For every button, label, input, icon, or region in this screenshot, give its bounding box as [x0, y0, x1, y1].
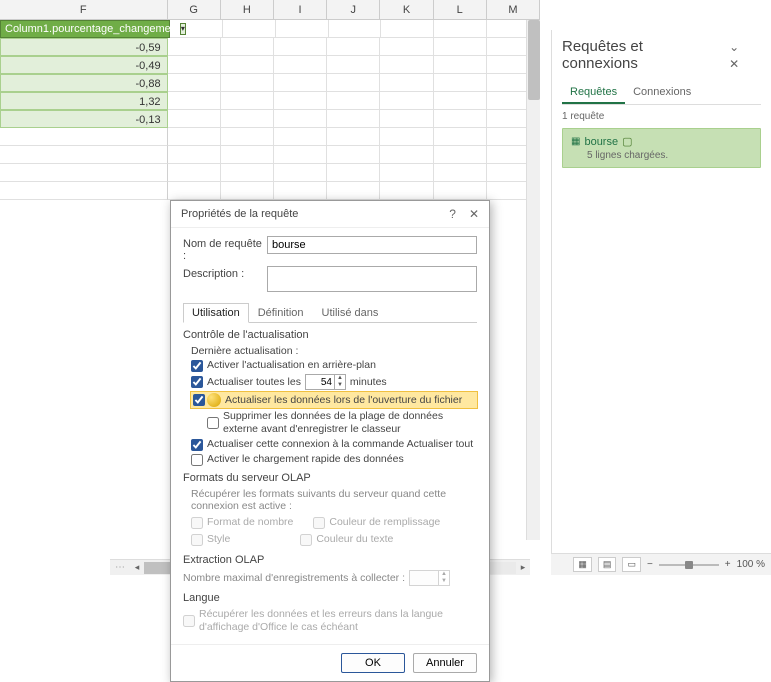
olap-text: Récupérer les formats suivants du serveu… — [191, 488, 477, 512]
table-icon: ▦ — [571, 136, 580, 147]
table-row[interactable]: -0,88 — [0, 74, 168, 92]
col-header-K[interactable]: K — [380, 0, 433, 19]
queries-panel: Requêtes et connexions ⌄ ✕ Requêtes Conn… — [551, 30, 771, 560]
view-normal-icon[interactable]: ▦ — [573, 557, 592, 572]
zoom-level[interactable]: 100 % — [737, 559, 765, 570]
olap-style-label: Style — [207, 533, 230, 546]
panel-close-icon[interactable]: ✕ — [729, 57, 739, 71]
col-header-I[interactable]: I — [274, 0, 327, 19]
col-header-H[interactable]: H — [221, 0, 274, 19]
table-row[interactable]: -0,13 — [0, 110, 168, 128]
query-status: 5 lignes chargées. — [587, 150, 752, 161]
lang-section-title: Langue — [183, 592, 477, 604]
extract-input — [410, 571, 438, 585]
dialog-close-icon[interactable]: ✕ — [469, 207, 479, 221]
panel-title: Requêtes et connexions — [562, 38, 721, 72]
view-pagebreak-icon[interactable]: ▭ — [622, 557, 641, 572]
olap-number-checkbox — [191, 517, 203, 529]
vertical-scrollbar[interactable] — [526, 20, 540, 540]
background-refresh-checkbox[interactable] — [191, 360, 203, 372]
extract-section-title: Extraction OLAP — [183, 554, 477, 566]
last-refresh-label: Dernière actualisation : — [191, 345, 477, 357]
tab-queries[interactable]: Requêtes — [562, 82, 625, 104]
status-bar: ▦ ▤ ▭ − + 100 % — [551, 553, 771, 575]
zoom-slider[interactable] — [659, 564, 719, 566]
cancel-button[interactable]: Annuler — [413, 653, 477, 673]
olap-fill-checkbox — [313, 517, 325, 529]
olap-textcolor-label: Couleur du texte — [316, 533, 393, 546]
olap-number-label: Format de nombre — [207, 516, 293, 529]
query-properties-dialog: Propriétés de la requête ? ✕ Nom de requ… — [170, 200, 490, 682]
click-cursor-icon — [207, 393, 221, 407]
description-label: Description : — [183, 266, 267, 280]
query-name: bourse — [584, 136, 618, 148]
query-item-bourse[interactable]: ▦ bourse ▢ 5 lignes chargées. — [562, 128, 761, 168]
tab-connections[interactable]: Connexions — [625, 82, 699, 104]
tab-definition[interactable]: Définition — [249, 303, 313, 323]
query-description-input[interactable] — [267, 266, 477, 292]
refresh-every-unit: minutes — [350, 376, 387, 389]
name-label: Nom de requête : — [183, 236, 267, 262]
col-header-L[interactable]: L — [434, 0, 487, 19]
olap-textcolor-checkbox — [300, 534, 312, 546]
dialog-help-icon[interactable]: ? — [449, 207, 456, 221]
fastload-checkbox[interactable] — [191, 454, 203, 466]
lang-label: Récupérer les données et les erreurs dan… — [199, 608, 477, 634]
column-headers: F G H I J K L M — [0, 0, 540, 20]
refresh-on-open-label: Actualiser les données lors de l'ouvertu… — [225, 394, 462, 407]
refresh-all-checkbox[interactable] — [191, 439, 203, 451]
query-peek-icon[interactable]: ▢ — [622, 135, 632, 148]
tab-used-in[interactable]: Utilisé dans — [313, 303, 388, 323]
remove-external-data-checkbox[interactable] — [207, 417, 219, 429]
view-pagelayout-icon[interactable]: ▤ — [598, 557, 617, 572]
table-row[interactable]: -0,49 — [0, 56, 168, 74]
lang-checkbox — [183, 615, 195, 627]
remove-external-data-label: Supprimer les données de la plage de don… — [223, 410, 477, 436]
scrollbar-thumb[interactable] — [528, 20, 540, 100]
query-count: 1 requête — [562, 111, 761, 122]
ok-button[interactable]: OK — [341, 653, 405, 673]
refresh-on-open-checkbox[interactable] — [193, 394, 205, 406]
sheet-nav-dots[interactable]: ⋯ — [110, 562, 130, 573]
query-name-input[interactable] — [267, 236, 477, 254]
refresh-all-label: Actualiser cette connexion à la commande… — [207, 438, 473, 451]
extract-label: Nombre maximal d'enregistrements à colle… — [183, 572, 405, 585]
panel-collapse-icon[interactable]: ⌄ — [729, 40, 739, 54]
refresh-every-checkbox[interactable] — [191, 376, 203, 388]
spinner-up-icon[interactable]: ▲ — [335, 375, 345, 382]
refresh-section-title: Contrôle de l'actualisation — [183, 329, 477, 341]
olap-style-checkbox — [191, 534, 203, 546]
table-row[interactable]: -0,59 — [0, 38, 168, 56]
scroll-right-icon[interactable]: ▸ — [516, 562, 530, 573]
tab-usage[interactable]: Utilisation — [183, 303, 249, 323]
olap-fill-label: Couleur de remplissage — [329, 516, 440, 529]
refresh-every-label-pre: Actualiser toutes les — [207, 376, 301, 389]
scroll-left-icon[interactable]: ◂ — [130, 562, 144, 573]
olap-section-title: Formats du serveur OLAP — [183, 472, 477, 484]
dialog-title: Propriétés de la requête — [181, 208, 298, 220]
zoom-minus[interactable]: − — [647, 559, 653, 570]
spinner-down-icon: ▼ — [439, 578, 449, 585]
table-row[interactable]: 1,32 — [0, 92, 168, 110]
col-header-M[interactable]: M — [487, 0, 540, 19]
spinner-down-icon[interactable]: ▼ — [335, 382, 345, 389]
table-column-header[interactable]: Column1.pourcentage_changement ▾ — [0, 20, 170, 38]
refresh-minutes-spinner[interactable]: ▲▼ — [305, 374, 346, 390]
zoom-slider-knob[interactable] — [685, 561, 693, 569]
background-refresh-label: Activer l'actualisation en arrière-plan — [207, 359, 376, 372]
table-column-header-label: Column1.pourcentage_changement — [5, 20, 180, 38]
grid[interactable]: Column1.pourcentage_changement ▾ -0,59 -… — [0, 20, 540, 200]
fastload-label: Activer le chargement rapide des données — [207, 453, 404, 466]
extract-spinner: ▲▼ — [409, 570, 450, 586]
col-header-G[interactable]: G — [168, 0, 221, 19]
refresh-minutes-input[interactable] — [306, 375, 334, 389]
col-header-J[interactable]: J — [327, 0, 380, 19]
col-header-F[interactable]: F — [0, 0, 168, 19]
zoom-plus[interactable]: + — [725, 559, 731, 570]
